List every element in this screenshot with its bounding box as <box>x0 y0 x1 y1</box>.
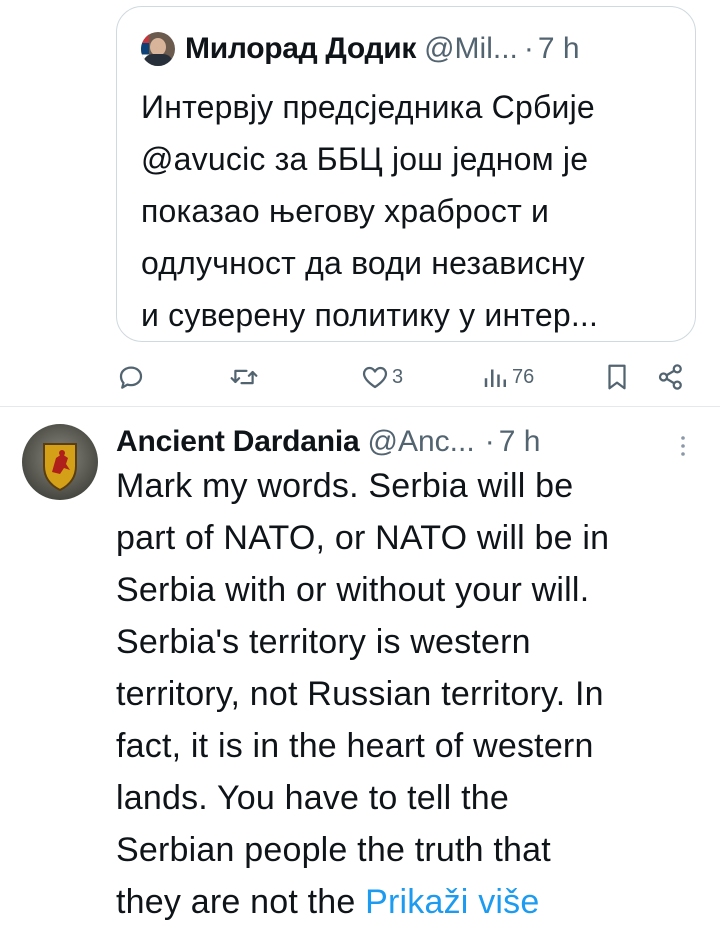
bookmark-icon <box>608 364 626 390</box>
quoted-tweet-time[interactable]: 7 h <box>538 32 580 66</box>
views-button[interactable]: 76 <box>482 355 534 399</box>
like-count: 3 <box>392 365 404 388</box>
tweet-action-bar: 3 76 <box>0 355 720 399</box>
retweet-icon <box>230 369 258 385</box>
reply-tweet-body: Mark my words. Serbia will be part of NA… <box>116 467 610 921</box>
separator-dot: · <box>523 32 534 65</box>
bookmark-button[interactable] <box>604 355 630 399</box>
reply-tweet-time[interactable]: 7 h <box>499 425 541 459</box>
reply-author-handle[interactable]: @Anc... <box>368 425 475 459</box>
quoted-tweet-text: Интервју предсједника Србије @avucic за … <box>141 89 599 333</box>
tweet-divider <box>0 406 720 407</box>
quoted-author-name[interactable]: Милорад Додик <box>185 32 416 66</box>
show-more-link[interactable]: Prikaži više <box>365 883 539 921</box>
views-icon <box>484 369 506 387</box>
reply-tweet-text: Mark my words. Serbia will be part of NA… <box>116 460 706 928</box>
quoted-tweet-card[interactable]: Милорад Додик @Mil... · 7 h Интервју пре… <box>116 6 696 342</box>
reply-icon <box>119 366 143 389</box>
like-button[interactable]: 3 <box>360 355 403 399</box>
more-options-icon[interactable] <box>680 434 686 458</box>
views-count: 76 <box>512 365 535 388</box>
reply-author-name[interactable]: Ancient Dardania <box>116 425 360 459</box>
reply-tweet-header: Ancient Dardania @Anc... · 7 h <box>116 418 696 466</box>
separator-dot: · <box>484 425 495 458</box>
quoted-tweet-header: Милорад Додик @Mil... · 7 h <box>141 29 580 69</box>
heart-icon <box>362 366 388 389</box>
quoted-author-avatar[interactable] <box>141 32 175 66</box>
reply-button[interactable] <box>116 355 146 399</box>
retweet-button[interactable] <box>228 355 260 399</box>
reply-author-avatar[interactable] <box>22 424 98 500</box>
share-button[interactable] <box>656 355 686 399</box>
share-icon <box>658 364 682 390</box>
quoted-author-handle[interactable]: @Mil... <box>424 32 518 66</box>
